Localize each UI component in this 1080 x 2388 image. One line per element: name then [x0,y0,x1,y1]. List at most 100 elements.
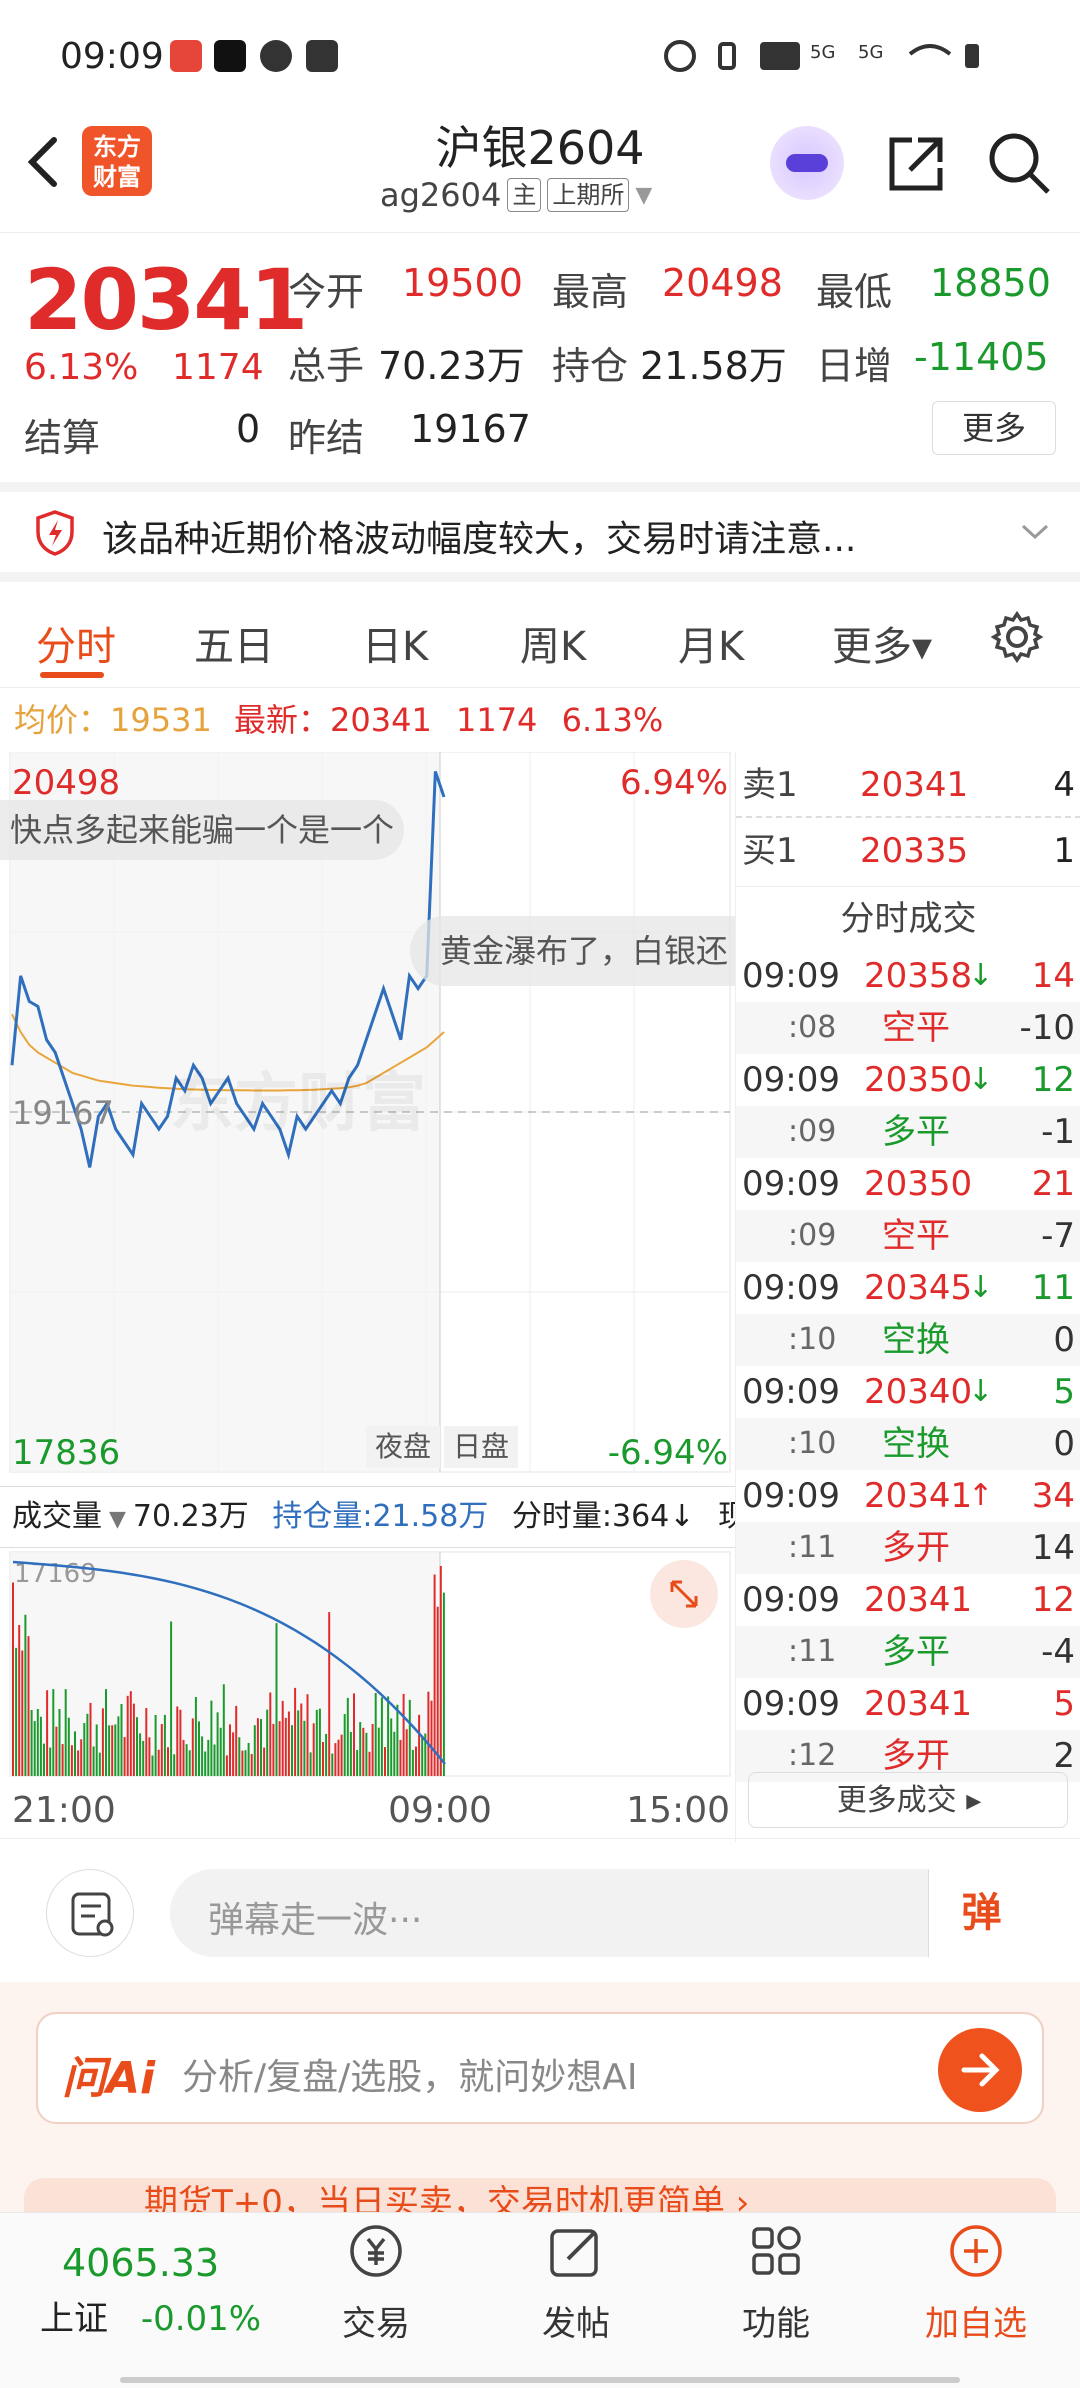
gear-icon[interactable] [990,610,1044,664]
svg-text:5G: 5G [858,42,883,63]
day-session-tag[interactable]: 日盘 [444,1426,518,1468]
index-ticker[interactable]: 4065.33 上证 -0.01% [40,2241,261,2340]
more-trades-label: 更多成交 ▸ [836,1783,982,1818]
risk-notice[interactable]: 该品种近期价格波动幅度较大，交易时请注意... [0,482,1080,582]
trade-qty: 34 [1031,1476,1075,1516]
quote-panel: 20341 6.13% 1174 结算 0 今开 19500 最高 20498 … [0,232,1080,477]
trade-second: :11 [788,1530,837,1565]
grid-function-icon [752,2226,801,2275]
trade-price: 20341 [864,1580,973,1620]
oi-label: 持仓 [552,344,629,388]
trade-second: :08 [788,1010,837,1045]
trades-title: 分时成交 [840,899,977,939]
danmaku-send-button[interactable]: 弹 [928,1869,1034,1957]
tiktok-icon [214,40,246,72]
trade-oi-change: -10 [1019,1008,1075,1048]
danmaku-list-icon [71,1892,114,1937]
trade-oi-change: 0 [1053,1320,1075,1360]
tab-daily-k[interactable]: 日K [362,614,428,672]
y-max-label: 20498 [12,763,120,803]
volume-selector[interactable]: 成交量 [12,1499,102,1534]
status-icons: 5G 5G [664,40,979,72]
contract-subtitle[interactable]: ag2604 主 上期所 ▼ [380,176,652,214]
nav-add-watchlist[interactable]: 加自选 [906,2221,1046,2345]
volume-label: 总手 [288,344,365,388]
low-label: 最低 [816,270,893,314]
add-circle-icon [950,2225,1002,2277]
trade-time: 09:09 [742,1684,840,1724]
trades-panel: 卖1 20341 4 买1 20335 1 分时成交 09:09 20358 ↓ 14:08 空平 -1… [735,752,1080,1842]
expand-chart-button[interactable] [650,1560,718,1628]
trade-second: :09 [788,1218,837,1253]
app-icon [306,40,338,72]
ai-area: 问Ai 分析/复盘/选股，就问妙想AI 期货T+0，当日买卖，交易时机更简单 › [0,1982,1080,2212]
trade-price: 20341 [864,1476,973,1516]
main-contract-tag: 主 [507,178,542,212]
more-trades-button[interactable]: 更多成交 ▸ [748,1772,1068,1828]
trade-qty: 14 [1031,956,1075,996]
trade-row: 09:09 20341 12 [736,1574,1080,1626]
high-value: 20498 [662,261,783,305]
last-value: 20341 [330,701,432,739]
expand-icon [670,1580,698,1608]
danmaku-settings-button[interactable] [46,1869,134,1957]
trade-second: :11 [788,1634,837,1669]
nav-trade-label: 交易 [342,2304,410,2344]
trade-qty: 5 [1053,1372,1075,1412]
avg-label: 均价： [14,701,111,739]
promo-banner[interactable]: 期货T+0，当日买卖，交易时机更简单 › [24,2178,1056,2212]
settle-value: 0 [236,407,261,451]
header: 东方财富 沪银2604 ag2604 主 上期所 ▼ [0,110,1080,230]
trade-time: 09:09 [742,956,840,996]
trade-price: 20340 [864,1372,973,1412]
more-quote-button[interactable]: 更多 [932,401,1056,455]
trade-qty: 11 [1031,1268,1075,1308]
trade-row: 09:09 20350 21 [736,1158,1080,1210]
trade-price: 20350 [864,1164,973,1204]
trade-row-detail: :11 多平 -4 [736,1626,1080,1678]
index-change: -0.01% [140,2299,262,2339]
last-label: 最新： [233,701,330,739]
book-price: 20335 [860,831,969,871]
tab-weekly-k[interactable]: 周K [520,614,586,672]
open-label: 今开 [288,270,365,314]
contract-code: ag2604 [380,176,502,214]
trade-yen-icon [350,2225,402,2277]
trade-qty: 12 [1031,1580,1075,1620]
nav-trade[interactable]: 交易 [306,2221,446,2345]
danmaku-input[interactable]: 弹幕走一波··· 弹 [170,1869,1034,1957]
nav-post[interactable]: 发帖 [506,2221,646,2345]
volume-value: 70.23万 [378,344,525,388]
chart-info-line: 均价：19531 最新：20341 1174 6.13% [0,690,1080,750]
nav-function-label: 功能 [742,2304,810,2344]
trade-arrow: ↓ [968,1270,994,1305]
taobao-icon [170,40,202,72]
last-price: 20341 [24,251,308,349]
trade-row-detail: :10 空换 0 [736,1314,1080,1366]
ai-placeholder: 分析/复盘/选股，就问妙想AI [182,2057,638,2098]
trade-type: 多平 [882,1112,950,1152]
trade-type: 空平 [882,1216,950,1256]
tab-intraday[interactable]: 分时 [36,614,116,672]
trade-price: 20350 [864,1060,973,1100]
ai-submit-button[interactable] [938,2028,1022,2112]
book-qty: 1 [1053,831,1075,871]
trade-oi-change: 14 [1031,1528,1075,1568]
trade-row-detail: :08 空平 -10 [736,1002,1080,1054]
trade-qty: 5 [1053,1684,1075,1724]
open-value: 19500 [402,261,523,305]
tab-more[interactable]: 更多▾ [832,614,932,672]
tab-five-day[interactable]: 五日 [194,614,274,672]
exchange-tag: 上期所 [547,178,630,212]
tab-monthly-k[interactable]: 月K [678,614,744,672]
ai-input[interactable]: 问Ai 分析/复盘/选股，就问妙想AI [36,2012,1044,2124]
search-icon[interactable] [986,130,1052,196]
ai-assistant-avatar[interactable] [770,126,844,200]
intraday-chart[interactable]: 20498 17836 6.94% -6.94% 19167 17169 21:00 09:0… [0,751,735,1832]
trade-qty: 21 [1031,1164,1075,1204]
trade-price: 20345 [864,1268,973,1308]
oi-value: 21.58万 [640,344,787,388]
night-session-tag[interactable]: 夜盘 [366,1426,440,1468]
nav-function[interactable]: 功能 [706,2221,846,2345]
share-icon[interactable] [884,132,948,196]
